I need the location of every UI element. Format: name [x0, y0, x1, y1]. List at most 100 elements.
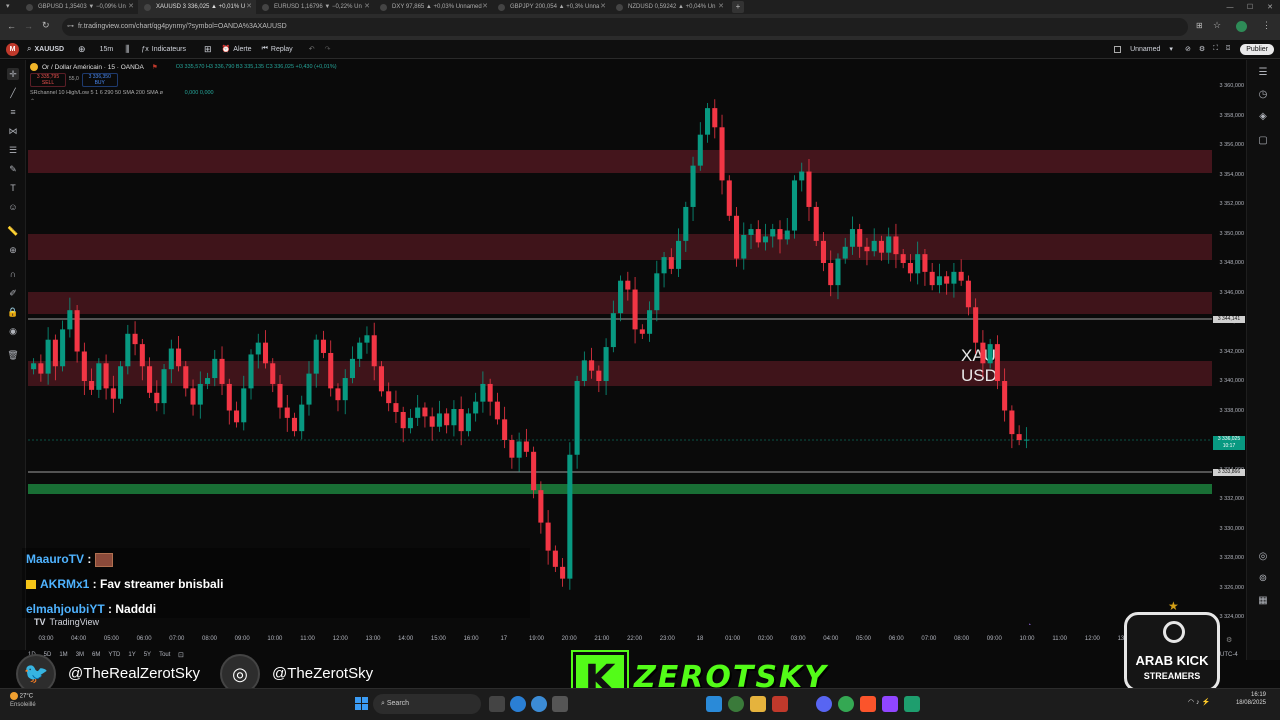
- browser-menu-icon[interactable]: ⋮: [1262, 20, 1271, 31]
- vscode-icon[interactable]: [706, 696, 722, 712]
- site-info-icon[interactable]: ⊶: [67, 18, 74, 36]
- browser-tab[interactable]: NZDUSD 0,59242 ▲ +0,04% Un ✕: [610, 0, 728, 14]
- tab-close-icon[interactable]: ✕: [600, 2, 606, 10]
- compare-symbol-icon[interactable]: ⊕: [78, 44, 86, 55]
- obs-icon[interactable]: [904, 696, 920, 712]
- interval-button[interactable]: 15m: [100, 46, 114, 53]
- buy-button[interactable]: 3 336,350 BUY: [81, 73, 118, 87]
- zoom-in-icon[interactable]: ⊕: [7, 244, 19, 256]
- indicator-eye-icon[interactable]: ø: [160, 90, 163, 96]
- range-button[interactable]: 3M: [76, 652, 84, 662]
- layouts-icon[interactable]: ⊞: [204, 44, 212, 55]
- range-button[interactable]: YTD: [108, 652, 120, 662]
- tab-close-icon[interactable]: ✕: [718, 2, 724, 10]
- discord-icon[interactable]: [816, 696, 832, 712]
- price-chart[interactable]: XAU USD: [28, 60, 1212, 630]
- horizontal-lines-icon[interactable]: ≡: [7, 106, 19, 118]
- alert-button[interactable]: ⏰ Alerte: [222, 45, 252, 54]
- range-button[interactable]: 1Y: [128, 652, 135, 662]
- snapshot-camera-icon[interactable]: ⌼: [1226, 45, 1230, 53]
- pitchfork-icon[interactable]: ⋈: [7, 125, 19, 137]
- text-tool-icon[interactable]: T: [7, 182, 19, 194]
- range-button[interactable]: 1M: [59, 652, 67, 662]
- tab-close-icon[interactable]: ✕: [246, 2, 252, 10]
- profile-avatar[interactable]: [1236, 21, 1247, 32]
- price-scale[interactable]: 3 360,000 3 358,000 3 356,000 3 354,000 3 35…: [1212, 60, 1246, 630]
- chart-type-icon[interactable]: ⫼: [125, 44, 129, 55]
- url-field[interactable]: ⊶ fr.tradingview.com/chart/qg4pynmy/?sym…: [62, 18, 1188, 36]
- fullscreen-icon[interactable]: ⛶: [1213, 45, 1218, 53]
- range-button[interactable]: 5Y: [144, 652, 151, 662]
- layout-name-button[interactable]: Unnamed ▾: [1114, 45, 1173, 53]
- fib-retracement-icon[interactable]: ☰: [7, 144, 19, 156]
- time-axis[interactable]: 03:00 04:00 05:00 06:00 07:00 08:00 09:00 10:00…: [28, 634, 1212, 648]
- layers-icon[interactable]: ◈: [1256, 110, 1270, 124]
- redo-icon[interactable]: ↷: [325, 45, 331, 53]
- task-view-icon[interactable]: [489, 696, 505, 712]
- browser-tab[interactable]: EURUSD 1,16796 ▼ −0,22% Un ✕: [256, 0, 374, 14]
- translate-icon[interactable]: ⊞: [1196, 21, 1203, 30]
- lock-drawing-icon[interactable]: ✐: [7, 287, 19, 299]
- app-icon[interactable]: [772, 696, 788, 712]
- trash-icon[interactable]: 🗑: [7, 349, 19, 361]
- chrome-icon[interactable]: [838, 696, 854, 712]
- browser-tab[interactable]: XAUUSD 3 336,025 ▲ +0,01% U ✕: [138, 0, 256, 14]
- crosshair-tool-icon[interactable]: ✛: [7, 68, 19, 80]
- tab-close-icon[interactable]: ✕: [364, 2, 370, 10]
- taskbar-search[interactable]: ⌕ Search: [373, 694, 481, 714]
- tab-close-icon[interactable]: ✕: [482, 2, 488, 10]
- watchlist-icon[interactable]: ☰: [1256, 66, 1270, 80]
- system-tray[interactable]: ◠ ♪ ⚡: [1188, 698, 1210, 706]
- minimize-icon[interactable]: —: [1220, 4, 1240, 11]
- forward-icon[interactable]: →: [24, 21, 33, 31]
- browser-tab[interactable]: GBPUSD 1,35403 ▼ −0,09% Un ✕: [20, 0, 138, 14]
- grid-apps-icon[interactable]: ▦: [1256, 594, 1270, 608]
- brave-icon[interactable]: [860, 696, 876, 712]
- windows-start-icon[interactable]: [355, 697, 368, 710]
- range-button[interactable]: Tout: [159, 652, 170, 662]
- twitch-icon[interactable]: [882, 696, 898, 712]
- sell-button[interactable]: 3 335,795 SELL: [30, 73, 66, 87]
- alerts-clock-icon[interactable]: ◷: [1256, 88, 1270, 102]
- quick-search-icon[interactable]: ⊘: [1185, 45, 1191, 53]
- range-button[interactable]: 6M: [92, 652, 100, 662]
- tab-menu-icon[interactable]: ▾: [0, 0, 20, 14]
- undo-icon[interactable]: ↶: [309, 45, 315, 53]
- browser-tab[interactable]: GBPJPY 200,054 ▲ +0,3% Unna ✕: [492, 0, 610, 14]
- close-window-icon[interactable]: ✕: [1260, 3, 1280, 11]
- browser-tab[interactable]: DXY 97,865 ▲ +0,03% Unnamed ✕: [374, 0, 492, 14]
- visibility-eye-icon[interactable]: ◉: [7, 325, 19, 337]
- collapse-legend-icon[interactable]: ⌃: [30, 98, 337, 105]
- replay-button[interactable]: ⏮ Replay: [262, 45, 293, 53]
- app-icon[interactable]: [728, 696, 744, 712]
- new-tab-button[interactable]: +: [732, 1, 744, 13]
- indicator-legend[interactable]: SRchannel 10 High/Low 5 1 6 290 50 SMA 2…: [30, 90, 158, 96]
- back-icon[interactable]: ←: [7, 21, 16, 31]
- indicators-button[interactable]: ƒx Indicateurs: [141, 46, 186, 53]
- folder-icon[interactable]: [750, 696, 766, 712]
- timezone-label[interactable]: UTC-4: [1220, 652, 1238, 658]
- settings-gear-icon[interactable]: ⚙: [1199, 45, 1205, 53]
- bookmark-star-icon[interactable]: ☆: [1213, 20, 1221, 31]
- lock-icon[interactable]: 🔒: [7, 306, 19, 318]
- maximize-icon[interactable]: ☐: [1240, 3, 1260, 11]
- tab-close-icon[interactable]: ✕: [128, 2, 134, 10]
- axis-settings-icon[interactable]: ⚙: [1226, 636, 1232, 644]
- chat-bubble-icon[interactable]: ▢: [1256, 134, 1270, 148]
- clock[interactable]: 16:19 18/08/2025: [1228, 692, 1266, 706]
- chrome-icon[interactable]: [531, 696, 547, 712]
- ideas-icon[interactable]: ◎: [1256, 550, 1270, 564]
- weather-widget[interactable]: 27°C Ensoleillé: [10, 692, 36, 708]
- brush-icon[interactable]: ✎: [7, 163, 19, 175]
- trend-line-icon[interactable]: ╱: [7, 87, 19, 99]
- ruler-icon[interactable]: 📏: [7, 225, 19, 237]
- symbol-search-button[interactable]: ⌕ XAUUSD: [27, 44, 64, 54]
- edge-icon[interactable]: [510, 696, 526, 712]
- emoji-icon[interactable]: ☺: [7, 201, 19, 213]
- publish-button[interactable]: Publier: [1240, 43, 1274, 55]
- tv-user-avatar[interactable]: M: [6, 42, 19, 56]
- magnet-icon[interactable]: ∩: [7, 268, 19, 280]
- reload-icon[interactable]: ↻: [42, 20, 50, 31]
- news-icon[interactable]: ⊚: [1256, 572, 1270, 586]
- app-icon[interactable]: [552, 696, 568, 712]
